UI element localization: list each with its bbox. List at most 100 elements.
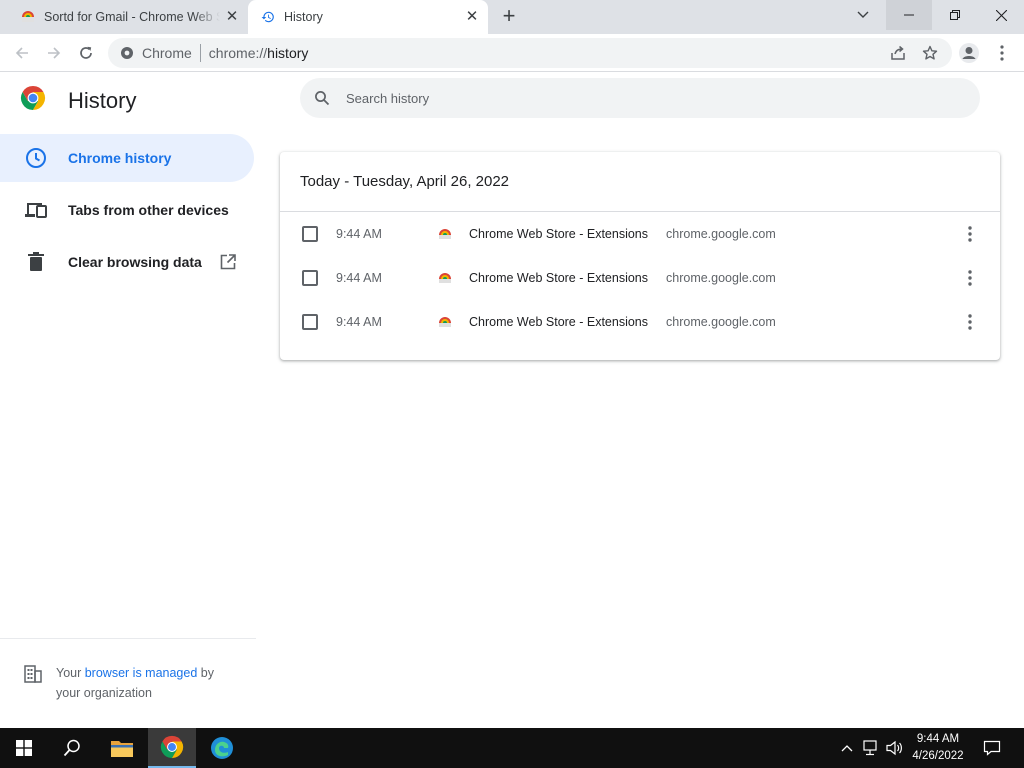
more-vert-icon <box>968 226 972 242</box>
entry-title-link[interactable]: Chrome Web Store - Extensions <box>469 227 648 241</box>
network-icon[interactable] <box>862 738 882 758</box>
minimize-icon <box>904 14 914 16</box>
trash-icon <box>24 250 48 274</box>
folder-icon <box>111 741 133 757</box>
history-card: Today - Tuesday, April 26, 2022 9:44 AM … <box>280 152 1000 360</box>
entry-time: 9:44 AM <box>336 271 382 285</box>
entry-title-link[interactable]: Chrome Web Store - Extensions <box>469 315 648 329</box>
close-tab-icon[interactable]: ✕ <box>464 9 480 25</box>
clock-time: 9:44 AM <box>916 733 960 745</box>
chrome-web-store-icon <box>437 226 453 242</box>
sidebar-item-tabs-from-other-devices[interactable]: Tabs from other devices <box>0 186 256 234</box>
building-icon <box>24 665 42 683</box>
more-vert-icon <box>968 270 972 286</box>
forward-button[interactable] <box>42 41 66 65</box>
history-icon <box>260 9 276 25</box>
entry-more-actions-button[interactable] <box>958 222 982 246</box>
tab-history[interactable]: History ✕ <box>248 0 488 34</box>
url-host: history <box>267 45 309 61</box>
omnibox-divider <box>199 44 201 62</box>
page-header: History <box>20 85 136 116</box>
reload-icon <box>80 46 92 59</box>
sidebar-item-label: Clear browsing data <box>68 254 202 270</box>
action-center-button[interactable] <box>980 738 1004 758</box>
chrome-page-icon[interactable] <box>120 46 134 60</box>
bookmark-star-icon[interactable] <box>920 43 940 63</box>
chrome-web-store-icon <box>437 270 453 286</box>
toolbar: Chrome chrome://history <box>0 34 1024 72</box>
restore-button[interactable] <box>932 0 978 30</box>
chrome-logo-icon <box>20 85 46 116</box>
entry-checkbox[interactable] <box>302 270 318 286</box>
close-window-button[interactable] <box>978 0 1024 30</box>
minimize-button[interactable] <box>886 0 932 30</box>
chevron-up-icon <box>841 745 853 752</box>
entry-more-actions-button[interactable] <box>958 310 982 334</box>
sidebar-item-clear-browsing-data[interactable]: Clear browsing data <box>0 238 256 286</box>
chrome-menu-button[interactable] <box>990 41 1014 65</box>
start-button[interactable] <box>0 728 48 768</box>
tab-search-button[interactable] <box>840 0 886 30</box>
entry-more-actions-button[interactable] <box>958 266 982 290</box>
show-hidden-icons-button[interactable] <box>838 738 856 758</box>
profile-avatar-button[interactable] <box>957 41 981 65</box>
sidebar-item-chrome-history[interactable]: Chrome history <box>0 134 254 182</box>
entry-checkbox[interactable] <box>302 314 318 330</box>
back-arrow-icon <box>15 47 28 59</box>
history-entry[interactable]: 9:44 AM Chrome Web Store - Extensions ch… <box>280 212 1000 256</box>
notification-icon <box>983 740 1001 756</box>
taskbar-search-button[interactable] <box>48 728 96 768</box>
entry-checkbox[interactable] <box>302 226 318 242</box>
page-title: History <box>68 87 137 113</box>
back-button[interactable] <box>10 41 34 65</box>
chrome-taskbar-button[interactable] <box>148 728 196 768</box>
edge-logo-icon <box>211 737 233 759</box>
entry-title-link[interactable]: Chrome Web Store - Extensions <box>469 271 648 285</box>
chrome-web-store-icon <box>20 9 36 25</box>
profile-icon <box>959 43 979 63</box>
search-icon <box>314 90 330 106</box>
chrome-logo-icon <box>160 735 184 759</box>
address-bar[interactable]: Chrome chrome://history <box>108 38 952 68</box>
open-in-new-icon <box>220 254 236 270</box>
close-tab-icon[interactable]: ✕ <box>224 9 240 25</box>
browser-managed-link[interactable]: browser is managed <box>85 666 198 680</box>
more-vert-icon <box>968 314 972 330</box>
clock-date: 4/26/2022 <box>912 750 964 762</box>
forward-arrow-icon <box>48 47 61 59</box>
more-vert-icon <box>1000 45 1004 61</box>
entry-domain: chrome.google.com <box>666 315 776 329</box>
entry-time: 9:44 AM <box>336 315 382 329</box>
file-explorer-button[interactable] <box>98 728 146 768</box>
url-text[interactable]: chrome://history <box>209 45 309 61</box>
sidebar: Chrome history Tabs from other devices C… <box>0 134 256 290</box>
devices-icon <box>24 198 48 222</box>
history-page: History Chrome history Tabs from other d… <box>0 72 1024 728</box>
taskbar-clock[interactable]: 9:44 AM 4/26/2022 <box>900 731 976 765</box>
reload-button[interactable] <box>74 41 98 65</box>
chrome-web-store-icon <box>437 314 453 330</box>
tab-sortd-for-gmail[interactable]: Sortd for Gmail - Chrome Web Store ✕ <box>0 0 248 34</box>
date-header: Today - Tuesday, April 26, 2022 <box>280 152 1000 212</box>
managed-text: Your browser is managed by your organiza… <box>56 663 236 703</box>
tab-title: Sortd for Gmail - Chrome Web Store <box>44 10 220 24</box>
clock-icon <box>24 146 48 170</box>
search-history-field[interactable] <box>300 78 980 118</box>
search-history-input[interactable] <box>346 90 906 106</box>
edge-taskbar-button[interactable] <box>198 728 246 768</box>
new-tab-button[interactable]: + <box>497 5 521 28</box>
entry-time: 9:44 AM <box>336 227 382 241</box>
entry-domain: chrome.google.com <box>666 271 776 285</box>
entry-domain: chrome.google.com <box>666 227 776 241</box>
sidebar-item-label: Tabs from other devices <box>68 202 229 218</box>
origin-chip-label: Chrome <box>142 45 192 61</box>
chevron-down-icon <box>857 11 869 18</box>
share-icon[interactable] <box>888 43 908 63</box>
managed-prefix: Your <box>56 666 85 680</box>
sidebar-item-label: Chrome history <box>68 150 172 166</box>
windows-logo-icon <box>16 740 32 756</box>
history-entry[interactable]: 9:44 AM Chrome Web Store - Extensions ch… <box>280 300 1000 344</box>
url-scheme: chrome:// <box>208 45 268 61</box>
history-entry[interactable]: 9:44 AM Chrome Web Store - Extensions ch… <box>280 256 1000 300</box>
close-icon <box>995 9 1007 21</box>
